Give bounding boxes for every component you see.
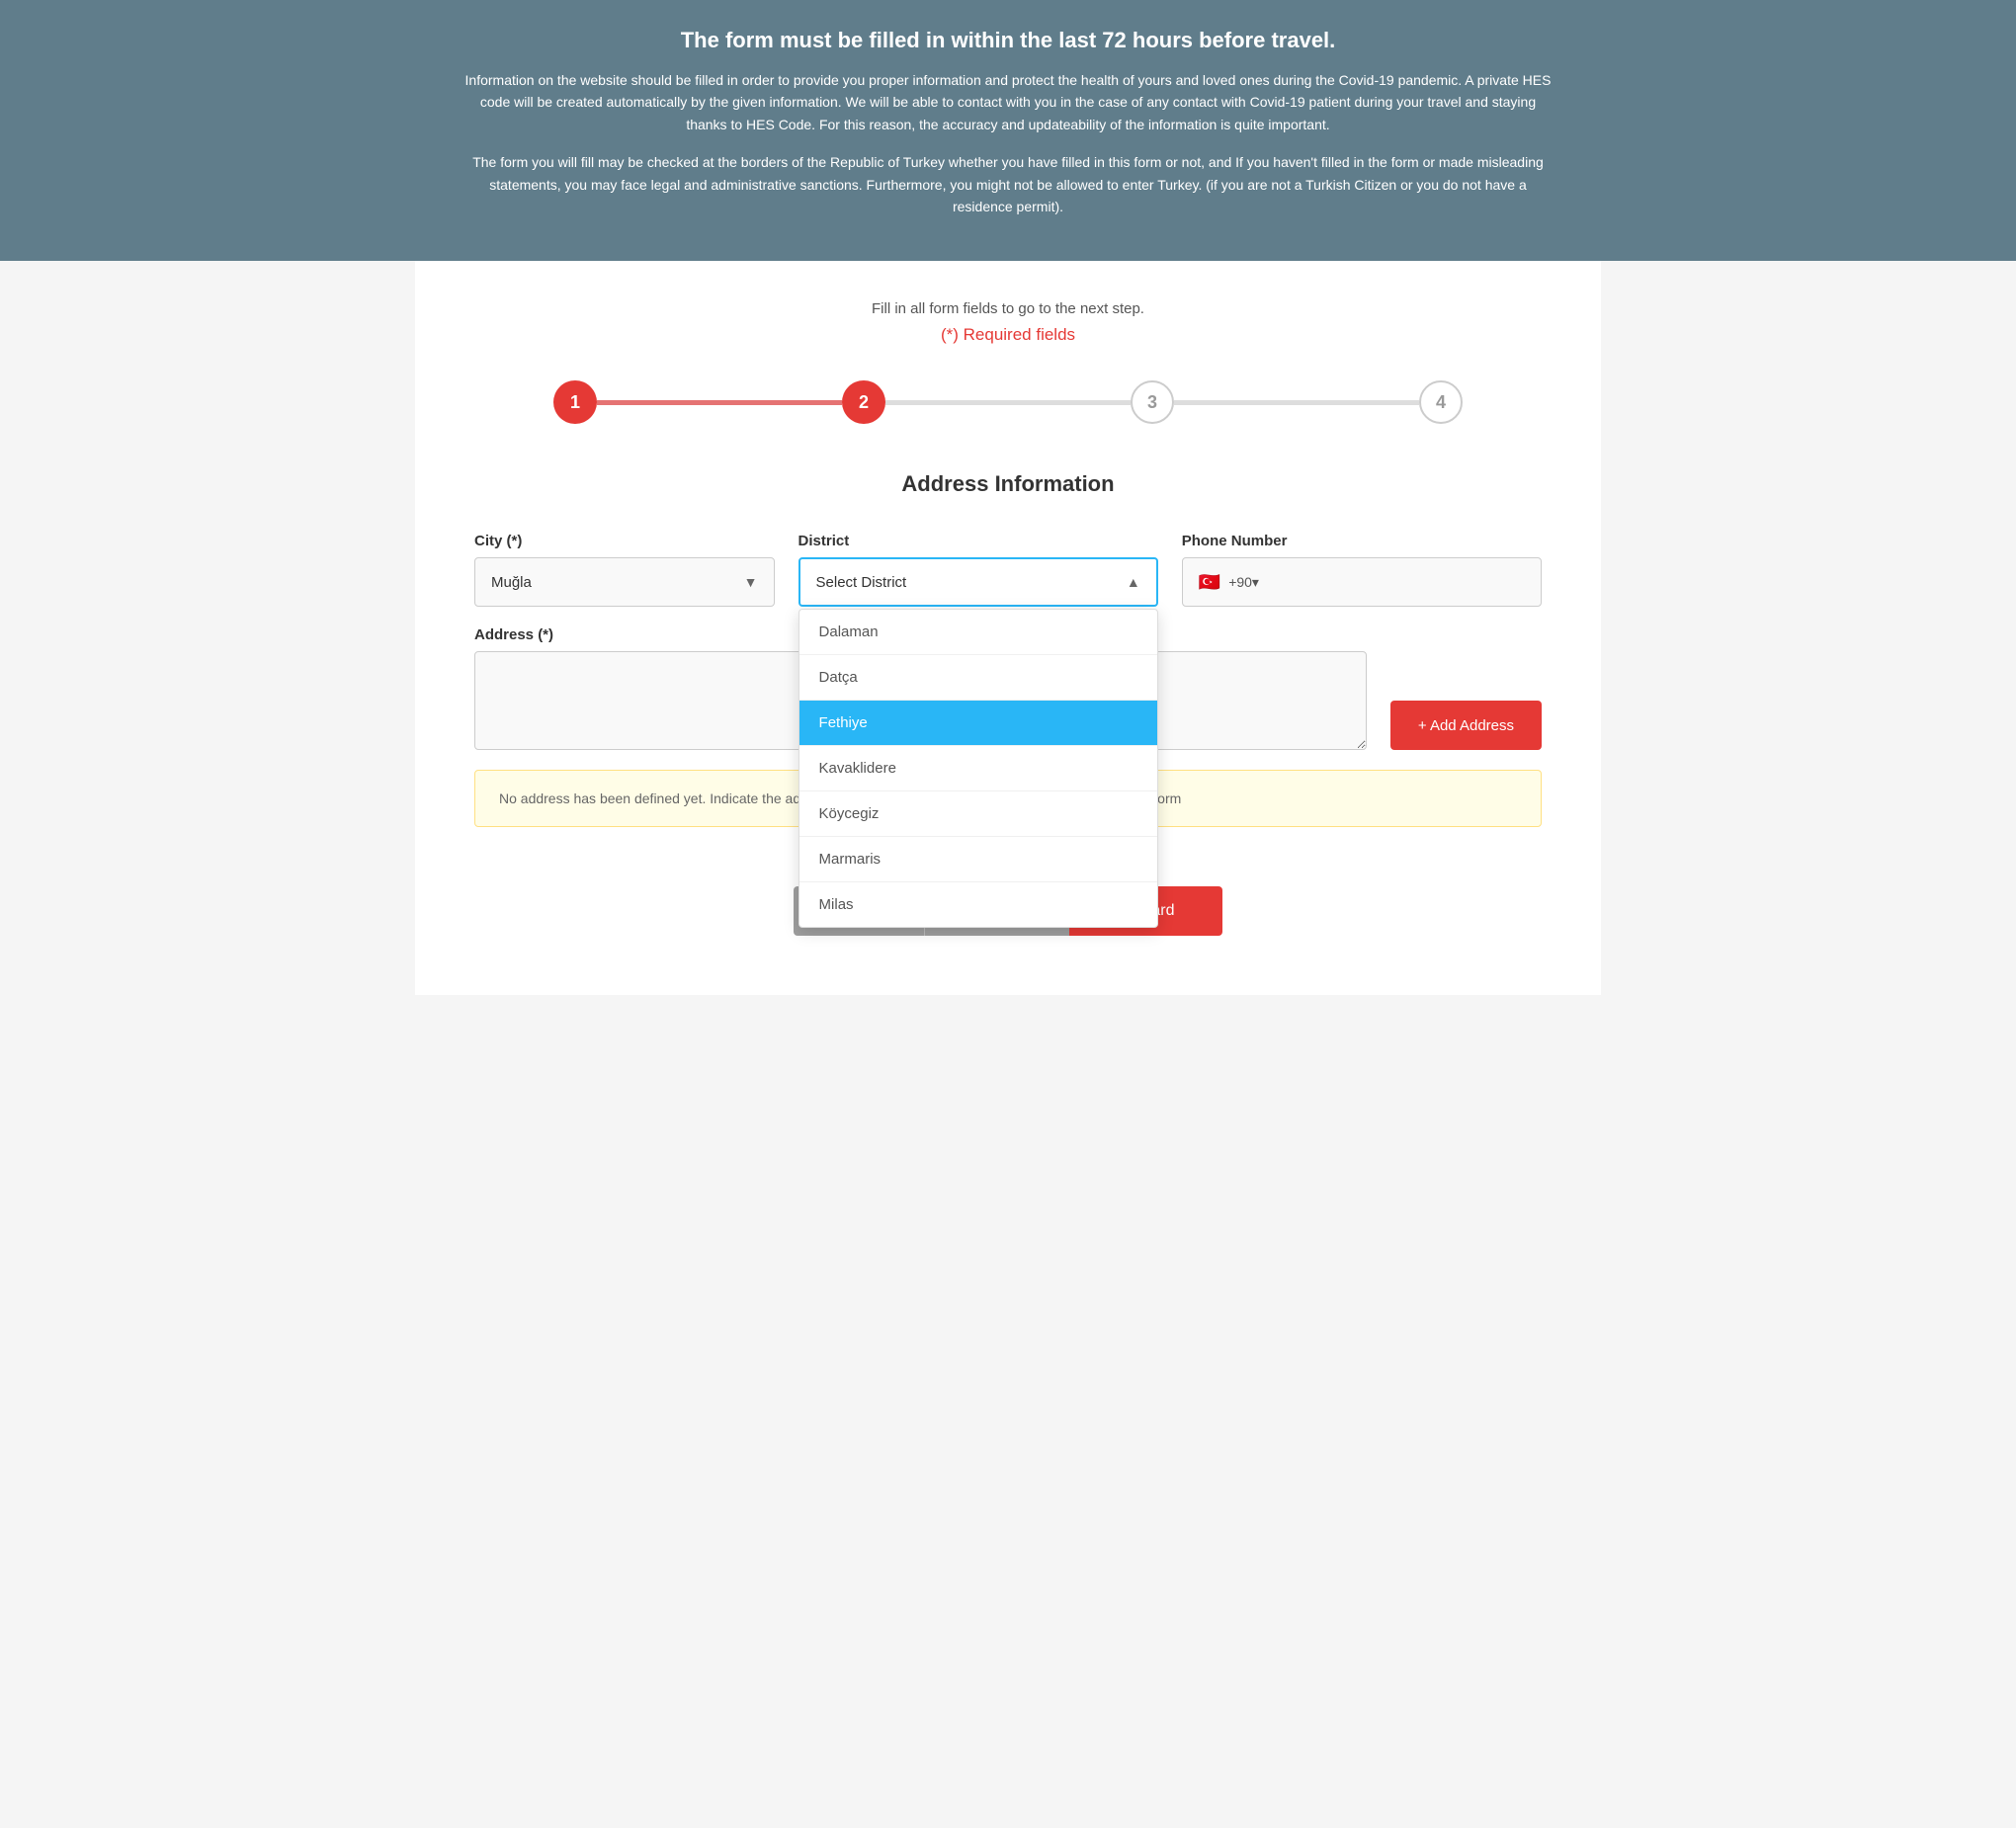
step-3-number: 3 bbox=[1147, 392, 1157, 413]
step-4-number: 4 bbox=[1436, 392, 1446, 413]
district-arrow-icon: ▲ bbox=[1127, 574, 1140, 590]
city-group: City (*) Muğla ▼ bbox=[474, 533, 775, 607]
city-value: Muğla bbox=[491, 574, 532, 591]
header-para1: Information on the website should be fil… bbox=[464, 69, 1552, 135]
district-option-fethiye[interactable]: Fethiye bbox=[799, 701, 1157, 746]
add-address-button[interactable]: + Add Address bbox=[1390, 701, 1542, 750]
fill-note: Fill in all form fields to go to the nex… bbox=[474, 300, 1542, 317]
step-3-circle: 3 bbox=[1131, 380, 1174, 424]
phone-group: Phone Number 🇹🇷 +90▾ bbox=[1182, 533, 1542, 607]
district-option-marmaris[interactable]: Marmaris bbox=[799, 837, 1157, 882]
step-line-3 bbox=[1174, 400, 1419, 405]
step-1-number: 1 bbox=[570, 392, 580, 413]
progress-bar: 1 2 3 4 bbox=[474, 380, 1542, 424]
phone-input[interactable]: 🇹🇷 +90▾ bbox=[1182, 557, 1542, 607]
step-2-circle: 2 bbox=[842, 380, 885, 424]
district-option-milas[interactable]: Milas bbox=[799, 882, 1157, 927]
step-3-wrapper: 3 bbox=[1131, 380, 1419, 424]
district-placeholder: Select District bbox=[816, 574, 907, 591]
district-group: District Select District ▲ Dalaman Datça… bbox=[798, 533, 1158, 607]
step-4-circle: 4 bbox=[1419, 380, 1463, 424]
main-content: Fill in all form fields to go to the nex… bbox=[415, 261, 1601, 995]
turkey-flag-icon: 🇹🇷 bbox=[1199, 572, 1220, 593]
district-option-koycegiz[interactable]: Köycegiz bbox=[799, 791, 1157, 837]
district-option-dalaman[interactable]: Dalaman bbox=[799, 610, 1157, 655]
phone-code: +90▾ bbox=[1228, 574, 1259, 591]
step-line-2 bbox=[885, 400, 1131, 405]
step-line-1 bbox=[597, 400, 842, 405]
district-option-kavaklidere[interactable]: Kavaklidere bbox=[799, 746, 1157, 791]
phone-label: Phone Number bbox=[1182, 533, 1542, 549]
header-title: The form must be filled in within the la… bbox=[40, 28, 1976, 53]
section-title: Address Information bbox=[474, 471, 1542, 497]
step-2-number: 2 bbox=[859, 392, 869, 413]
district-select[interactable]: Select District ▲ bbox=[798, 557, 1158, 607]
city-arrow-icon: ▼ bbox=[744, 574, 758, 590]
required-note: (*) Required fields bbox=[474, 325, 1542, 345]
step-2-wrapper: 2 bbox=[842, 380, 1131, 424]
city-select[interactable]: Muğla ▼ bbox=[474, 557, 775, 607]
district-label: District bbox=[798, 533, 1158, 549]
header-para2: The form you will fill may be checked at… bbox=[464, 151, 1552, 217]
city-label: City (*) bbox=[474, 533, 775, 549]
header-banner: The form must be filled in within the la… bbox=[0, 0, 2016, 261]
district-option-datca[interactable]: Datça bbox=[799, 655, 1157, 701]
step-1-circle: 1 bbox=[553, 380, 597, 424]
step-1-wrapper: 1 bbox=[553, 380, 842, 424]
city-district-phone-row: City (*) Muğla ▼ District Select Distric… bbox=[474, 533, 1542, 607]
district-dropdown: Dalaman Datça Fethiye Kavaklidere Köyceg… bbox=[798, 609, 1158, 928]
